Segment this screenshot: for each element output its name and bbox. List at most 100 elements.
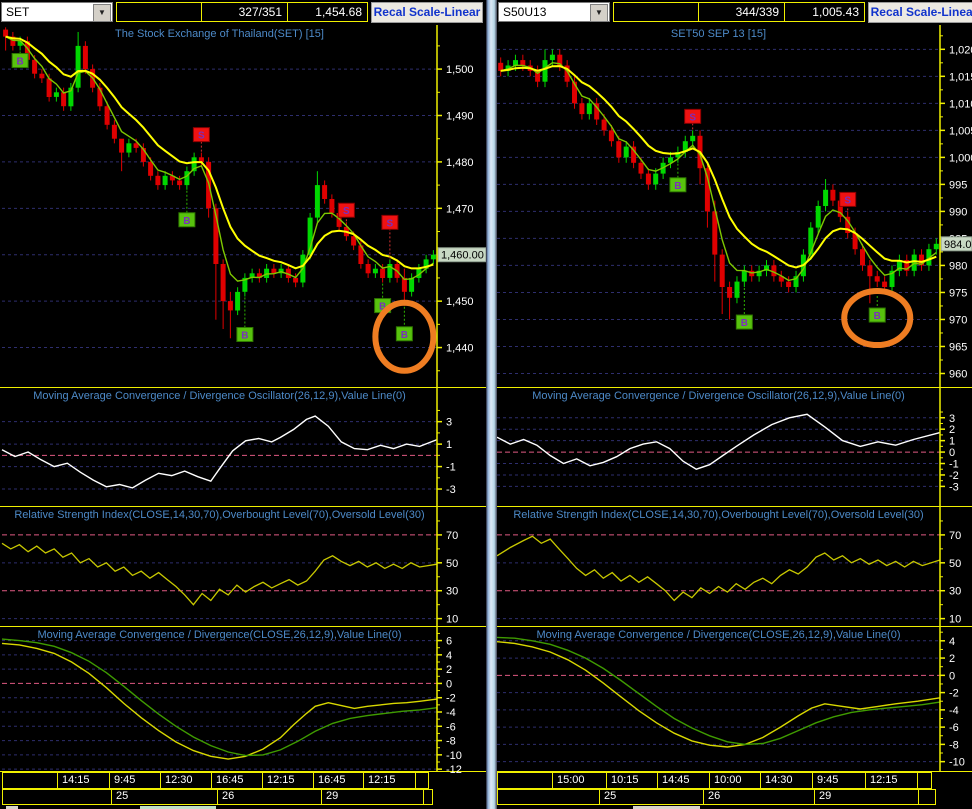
svg-text:2: 2 [949,653,955,665]
dropdown-arrow-icon[interactable]: ▼ [590,4,608,22]
last-price-cell: 1,005.43 [784,3,864,21]
svg-text:1,020: 1,020 [949,44,972,56]
time-cell [415,772,429,789]
svg-text:30: 30 [949,586,961,598]
time-cell [917,772,932,789]
time-cell: 12:15 [865,772,918,789]
toolbar-right: S50U13 ▼ 344/339 1,005.43 Recal Scale-Li… [497,0,972,25]
time-cell: 9:45 [109,772,161,789]
date-cell [423,789,433,805]
time-axis: 14:15 9:45 12:30 16:45 12:15 16:45 12:15 [2,772,429,789]
time-cell: 14:15 [57,772,110,789]
svg-text:S: S [343,206,350,217]
svg-text:4: 4 [446,650,452,662]
chart-title: The Stock Exchange of Thailand(SET) [15] [115,28,324,40]
time-cell: 10:15 [606,772,658,789]
svg-text:-8: -8 [446,736,456,748]
svg-text:995: 995 [949,179,967,191]
svg-text:1: 1 [949,436,955,448]
svg-text:S: S [387,218,394,229]
svg-text:1,010: 1,010 [949,98,972,110]
quote-box: 327/351 1,454.68 [116,2,368,22]
time-cell: 9:45 [812,772,866,789]
time-cell: 12:15 [363,772,416,789]
svg-text:0: 0 [446,678,452,690]
date-cell [2,789,112,805]
svg-text:-8: -8 [949,739,959,751]
date-cell: 26 [703,789,815,805]
svg-text:1,500: 1,500 [446,64,474,76]
svg-text:S: S [198,131,205,142]
svg-text:2: 2 [949,424,955,436]
svg-text:984.00: 984.00 [944,239,972,251]
svg-text:0: 0 [949,670,955,682]
symbol-select[interactable]: S50U13 ▼ [498,2,610,22]
last-price-cell: 1,454.68 [287,3,367,21]
svg-text:-12: -12 [446,764,462,776]
symbol-select[interactable]: SET ▼ [1,2,113,22]
svg-text:-1: -1 [446,462,456,474]
time-cell [2,772,58,789]
price-chart-left[interactable]: 1,5001,4901,4801,4701,4601,4501,440BBSBS… [0,0,486,809]
toolbar-left: SET ▼ 327/351 1,454.68 Recal Scale-Linea… [0,0,486,25]
chart-panel-left: 1,5001,4901,4801,4701,4601,4501,440BBSBS… [0,0,486,809]
svg-text:10: 10 [446,614,458,626]
date-cell: 29 [814,789,919,805]
recal-scale-button[interactable]: Recal Scale-Linear [371,2,483,23]
time-cell: 12:30 [160,772,212,789]
svg-text:S: S [844,195,851,206]
date-cell: 26 [217,789,322,805]
rsi-title: Relative Strength Index(CLOSE,14,30,70),… [513,509,924,521]
date-cell: 29 [321,789,424,805]
macd-title: Moving Average Convergence / Divergence(… [37,629,402,641]
svg-text:6: 6 [446,636,452,648]
svg-text:1,450: 1,450 [446,296,474,308]
svg-text:-10: -10 [949,757,965,769]
dropdown-arrow-icon[interactable]: ▼ [93,4,111,22]
svg-text:S: S [689,112,696,123]
svg-text:50: 50 [949,558,961,570]
trading-workstation: 1,5001,4901,4801,4701,4601,4501,440BBSBS… [0,0,972,809]
symbol-value: SET [6,5,30,19]
svg-text:960: 960 [949,368,967,380]
svg-text:4: 4 [949,636,955,648]
svg-text:990: 990 [949,206,967,218]
svg-text:980: 980 [949,260,967,272]
svg-text:970: 970 [949,314,967,326]
svg-text:-1: -1 [949,459,959,471]
svg-text:1,490: 1,490 [446,111,474,123]
svg-text:-6: -6 [949,722,959,734]
svg-text:1,440: 1,440 [446,343,474,355]
price-chart-right[interactable]: 1,0201,0151,0101,0051,000995990985980975… [497,0,972,809]
svg-text:1: 1 [446,439,452,451]
time-cell: 14:45 [657,772,710,789]
time-cell: 16:45 [211,772,263,789]
date-cell: 25 [111,789,218,805]
svg-text:70: 70 [446,530,458,542]
svg-text:1,480: 1,480 [446,157,474,169]
svg-text:50: 50 [446,558,458,570]
svg-text:B: B [741,318,748,329]
svg-text:B: B [874,311,881,322]
time-cell [497,772,553,789]
chart-title: SET50 SEP 13 [15] [670,28,767,40]
quote-empty-cell [117,3,201,21]
time-cell: 16:45 [313,772,364,789]
time-axis: 15:00 10:15 14:45 10:00 14:30 9:45 12:15 [497,772,932,789]
svg-text:-2: -2 [446,693,456,705]
svg-text:1,015: 1,015 [949,71,972,83]
chart-panel-right: 1,0201,0151,0101,0051,000995990985980975… [497,0,972,809]
panel-splitter[interactable] [486,0,497,809]
svg-text:-4: -4 [949,705,959,717]
svg-text:-2: -2 [949,688,959,700]
rsi-title: Relative Strength Index(CLOSE,14,30,70),… [14,509,425,521]
svg-text:-3: -3 [446,484,456,496]
macd-osc-title: Moving Average Convergence / Divergence … [33,390,406,402]
svg-text:B: B [401,330,408,341]
svg-text:B: B [241,331,248,342]
recal-scale-button[interactable]: Recal Scale-Linear [868,2,972,23]
svg-text:1,000: 1,000 [949,152,972,164]
time-cell: 10:00 [709,772,761,789]
svg-text:B: B [183,216,190,227]
svg-text:-3: -3 [949,481,959,493]
